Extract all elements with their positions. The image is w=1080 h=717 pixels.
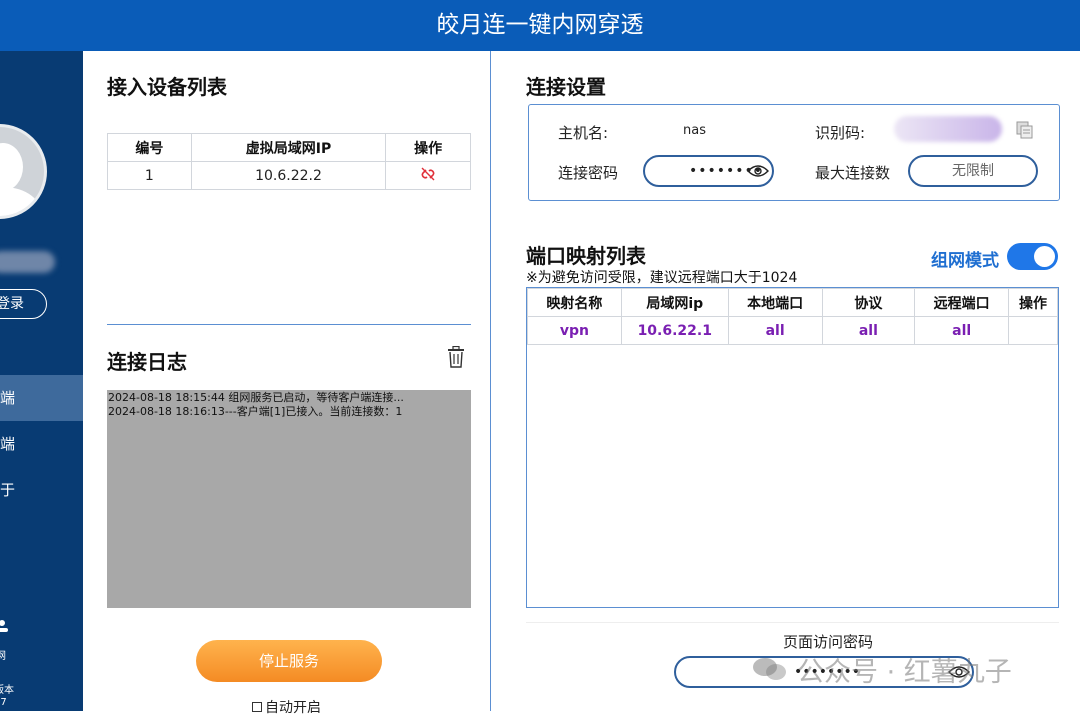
code-label: 识别码: bbox=[815, 124, 866, 142]
devices-table: 编号 虚拟局域网IP 操作 1 10.6.22.2 bbox=[107, 133, 471, 190]
section-divider bbox=[107, 324, 471, 325]
network-icon bbox=[0, 620, 8, 632]
version-label: 版本57 bbox=[0, 685, 14, 708]
app-title: 皎月连一键内网穿透 bbox=[0, 0, 1080, 51]
col-header: 虚拟局域网IP bbox=[190, 133, 387, 162]
mode-label: 组网模式 bbox=[931, 251, 999, 271]
ports-table: 映射名称 局域网ip 本地端口 协议 远程端口 操作 vpn 10.6.22.1… bbox=[527, 288, 1058, 345]
wechat-icon bbox=[753, 658, 786, 680]
devices-title: 接入设备列表 bbox=[107, 75, 227, 99]
autostart-checkbox[interactable]: 自动开启 bbox=[252, 697, 321, 717]
code-value-blurred bbox=[894, 116, 1002, 142]
col-header: 本地端口 bbox=[727, 288, 823, 317]
login-button[interactable]: 登录 bbox=[0, 289, 47, 319]
section-divider bbox=[526, 622, 1059, 623]
disconnect-button[interactable] bbox=[385, 161, 471, 190]
network-label: 网 bbox=[0, 651, 6, 662]
unlink-icon[interactable] bbox=[420, 167, 436, 181]
map-local-port: all bbox=[727, 316, 823, 345]
avatar[interactable] bbox=[0, 124, 47, 219]
device-ip: 10.6.22.2 bbox=[190, 161, 387, 190]
log-output[interactable]: 2024-08-18 18:15:44 组网服务已启动，等待客户端连接... 2… bbox=[107, 390, 471, 608]
sidebar-item-1[interactable]: 端 bbox=[0, 375, 83, 421]
table-row: 1 10.6.22.2 bbox=[107, 161, 471, 190]
ports-title: 端口映射列表 bbox=[526, 244, 646, 268]
col-header: 远程端口 bbox=[914, 288, 1010, 317]
page-password-label: 页面访问密码 bbox=[783, 633, 874, 651]
eye-icon[interactable] bbox=[747, 164, 769, 178]
host-value: nas bbox=[683, 123, 706, 138]
password-field[interactable]: •••••••• bbox=[643, 155, 774, 187]
table-row[interactable]: vpn 10.6.22.1 all all all bbox=[527, 316, 1058, 345]
host-label: 主机名: bbox=[558, 124, 609, 142]
map-remote-port: all bbox=[914, 316, 1010, 345]
device-id: 1 bbox=[107, 161, 192, 190]
max-conn-label: 最大连接数 bbox=[815, 164, 891, 182]
sidebar-item-3[interactable]: 于 bbox=[0, 467, 83, 513]
watermark: 公众号 · 红薯丸子 bbox=[797, 657, 1012, 688]
trash-icon[interactable] bbox=[447, 346, 465, 368]
log-title: 连接日志 bbox=[107, 350, 187, 374]
copy-icon[interactable] bbox=[1016, 121, 1034, 139]
connection-title: 连接设置 bbox=[526, 75, 606, 99]
map-protocol: all bbox=[821, 316, 916, 345]
log-line: 2024-08-18 18:15:44 组网服务已启动，等待客户端连接... bbox=[108, 391, 404, 404]
col-header: 操作 bbox=[385, 133, 471, 162]
map-operation[interactable] bbox=[1008, 316, 1058, 345]
col-header: 操作 bbox=[1008, 288, 1058, 317]
stop-service-button[interactable]: 停止服务 bbox=[196, 640, 382, 682]
password-label: 连接密码 bbox=[558, 164, 619, 182]
col-header: 局域网ip bbox=[620, 288, 729, 317]
column-divider bbox=[490, 51, 491, 711]
mode-toggle[interactable] bbox=[1007, 243, 1058, 270]
col-header: 协议 bbox=[821, 288, 916, 317]
max-conn-field[interactable]: 无限制 bbox=[908, 155, 1038, 187]
log-line: 2024-08-18 18:16:13---客户端[1]已接入。当前连接数：1 bbox=[108, 405, 403, 418]
username-blurred bbox=[0, 251, 55, 273]
map-ip: 10.6.22.1 bbox=[620, 316, 729, 345]
col-header: 编号 bbox=[107, 133, 192, 162]
col-header: 映射名称 bbox=[527, 288, 622, 317]
map-name: vpn bbox=[527, 316, 622, 345]
sidebar-item-2[interactable]: 端 bbox=[0, 421, 83, 467]
sidebar: 登录 端 端 于 网 版本57 bbox=[0, 51, 83, 711]
ports-note: ※为避免访问受限，建议远程端口大于1024 bbox=[526, 270, 798, 286]
